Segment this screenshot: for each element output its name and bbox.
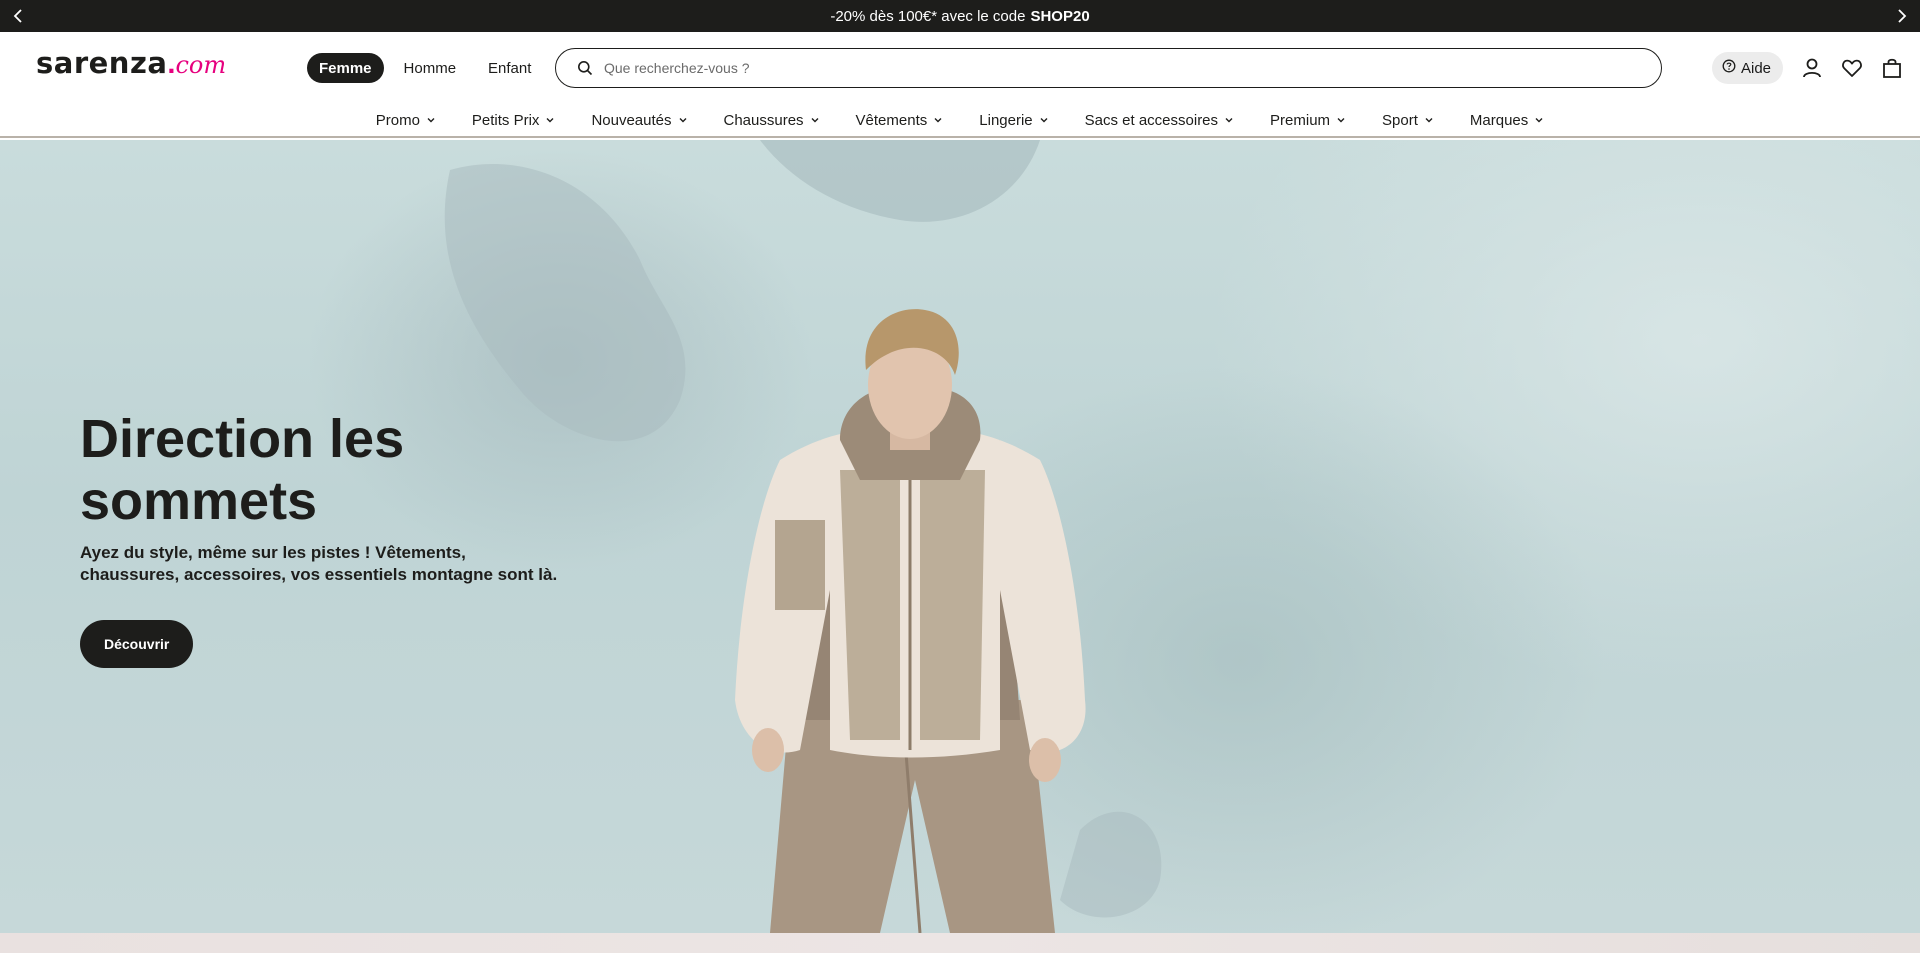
promo-next-arrow-icon[interactable] (1886, 0, 1918, 32)
chevron-down-icon (933, 115, 943, 125)
logo-dot: . (167, 48, 176, 80)
nav-item-lingerie[interactable]: Lingerie (961, 105, 1066, 135)
help-button[interactable]: Aide (1712, 52, 1784, 84)
tab-homme[interactable]: Homme (392, 53, 469, 83)
hero-subtitle: Ayez du style, même sur les pistes ! Vêt… (80, 543, 558, 584)
sarenza-logo[interactable]: sarenza . com (36, 46, 226, 82)
nav-item-vetements[interactable]: Vêtements (838, 105, 962, 135)
help-circle-icon (1722, 59, 1736, 77)
hero-title: Direction les sommets (80, 408, 560, 532)
promo-code: SHOP20 (1030, 7, 1090, 25)
tab-femme[interactable]: Femme (307, 53, 384, 83)
search-icon[interactable] (576, 59, 594, 77)
nav-label: Premium (1270, 111, 1331, 129)
promo-text: -20% dès 100€* avec le code (830, 7, 1026, 25)
chevron-down-icon (1424, 115, 1434, 125)
discover-button[interactable]: Découvrir (80, 620, 194, 668)
nav-item-marques[interactable]: Marques (1452, 105, 1562, 135)
main-nav: Promo Petits Prix Nouveautés Chaussures … (0, 102, 1920, 138)
nav-label: Promo (375, 111, 420, 129)
nav-item-sacs-accessoires[interactable]: Sacs et accessoires (1067, 105, 1252, 135)
chevron-down-icon (678, 115, 688, 125)
nav-label: Chaussures (723, 111, 804, 129)
promo-banner: -20% dès 100€* avec le code SHOP20 (0, 0, 1920, 32)
tab-enfant[interactable]: Enfant (476, 53, 543, 83)
search-input[interactable] (604, 53, 1604, 83)
hero-content: Direction les sommets Ayez du style, mêm… (80, 408, 560, 668)
chevron-down-icon (1224, 115, 1234, 125)
chevron-down-icon (1534, 115, 1544, 125)
nav-label: Sacs et accessoires (1084, 111, 1219, 129)
nav-label: Sport (1382, 111, 1418, 129)
logo-brand: sarenza (36, 46, 168, 80)
nav-label: Vêtements (855, 111, 928, 129)
chevron-down-icon (1336, 115, 1346, 125)
site-header: sarenza . com Femme Homme Enfant Aide Pr… (0, 32, 1920, 138)
promo-prev-arrow-icon[interactable] (2, 0, 34, 32)
shopping-bag-icon[interactable] (1878, 54, 1906, 82)
logo-tld: com (175, 51, 227, 79)
search-bar[interactable] (555, 48, 1662, 88)
nav-label: Petits Prix (471, 111, 540, 129)
help-label: Aide (1741, 59, 1772, 77)
nav-item-chaussures[interactable]: Chaussures (706, 105, 838, 135)
nav-label: Lingerie (979, 111, 1033, 129)
account-icon[interactable] (1798, 54, 1826, 82)
nav-label: Nouveautés (591, 111, 672, 129)
nav-label: Marques (1469, 111, 1529, 129)
hero-title-line1: Direction les (80, 409, 405, 469)
nav-item-petits-prix[interactable]: Petits Prix (454, 105, 574, 135)
hero-banner[interactable]: Direction les sommets Ayez du style, mêm… (0, 140, 1920, 933)
chevron-down-icon (545, 115, 555, 125)
nav-item-sport[interactable]: Sport (1364, 105, 1452, 135)
next-section-preview (0, 933, 1920, 953)
chevron-down-icon (426, 115, 436, 125)
hero-title-line2: sommets (80, 471, 318, 531)
chevron-down-icon (1039, 115, 1049, 125)
wishlist-heart-icon[interactable] (1838, 54, 1866, 82)
nav-item-promo[interactable]: Promo (358, 105, 454, 135)
chevron-down-icon (810, 115, 820, 125)
nav-item-nouveautes[interactable]: Nouveautés (573, 105, 705, 135)
nav-item-premium[interactable]: Premium (1252, 105, 1364, 135)
gender-tabs: Femme Homme Enfant (307, 53, 543, 83)
